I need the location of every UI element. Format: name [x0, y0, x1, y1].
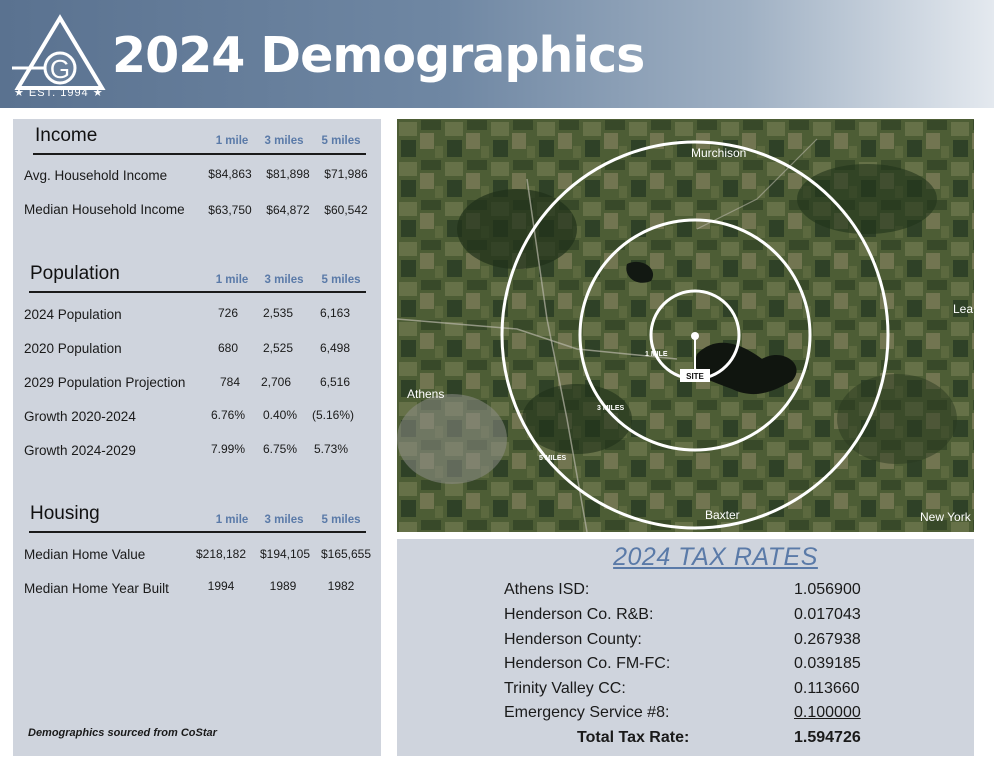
tax-label: Henderson County:: [504, 631, 642, 648]
logo-established: ★ EST. 1994 ★: [14, 87, 104, 99]
col-head-3miles: 3 miles: [264, 274, 304, 286]
table-cell: 2,535: [262, 306, 294, 320]
source-note: Demographics sourced from CoStar: [28, 727, 217, 739]
place-lea: Lea: [953, 302, 973, 316]
row-label: 2020 Population: [24, 341, 122, 356]
tax-value: 0.017043: [794, 606, 861, 623]
col-head-5miles: 5 miles: [321, 135, 361, 147]
table-cell: $81,898: [266, 167, 310, 181]
site-label: SITE: [686, 372, 704, 381]
col-head-1mile: 1 mile: [215, 135, 249, 147]
header-banner: G ★ EST. 1994 ★ 2024 Demographics: [0, 0, 994, 108]
col-head-3miles: 3 miles: [264, 514, 304, 526]
row-label: Median Home Value: [24, 547, 146, 562]
table-cell: 6.76%: [210, 408, 246, 422]
table-cell: 6,163: [319, 306, 351, 320]
source-prefix: Demographics sourced from: [28, 727, 181, 739]
demographics-panel: Income 1 mile 3 miles 5 miles Avg. House…: [13, 119, 381, 756]
page-title: 2024 Demographics: [112, 27, 645, 84]
col-head-3miles: 3 miles: [264, 135, 304, 147]
table-cell: $60,542: [324, 203, 368, 217]
tax-label: Henderson Co. FM-FC:: [504, 655, 671, 672]
place-new-york: New York: [920, 510, 972, 524]
place-baxter: Baxter: [705, 508, 740, 522]
housing-divider: [29, 531, 366, 533]
row-label: Median Household Income: [24, 202, 185, 217]
tax-value: 1.056900: [794, 581, 861, 598]
table-cell: $64,872: [266, 203, 310, 217]
table-cell: 7.99%: [210, 442, 246, 456]
population-title: Population: [30, 263, 120, 284]
table-cell: 6.75%: [262, 442, 298, 456]
table-cell: $165,655: [320, 547, 372, 561]
table-cell: 2,525: [262, 341, 294, 355]
table-cell: $194,105: [259, 547, 311, 561]
population-divider: [29, 291, 366, 293]
source-brand: CoStar: [180, 727, 217, 739]
place-athens: Athens: [407, 387, 444, 401]
table-cell: 5.73%: [313, 442, 349, 456]
tax-label: Athens ISD:: [504, 581, 590, 598]
income-title: Income: [35, 125, 98, 146]
col-head-1mile: 1 mile: [215, 274, 249, 286]
table-cell: 1982: [327, 579, 355, 593]
ring-label-3miles: 3 MILES: [597, 405, 625, 412]
table-cell: $63,750: [208, 203, 252, 217]
table-cell: 1994: [207, 579, 235, 593]
row-label: Growth 2024-2029: [24, 443, 136, 458]
total-tax-label: Total Tax Rate:: [577, 729, 690, 746]
tax-value: 0.113660: [794, 680, 860, 697]
site-map: SITE 1 MILE 3 MILES 5 MILES Murchison At…: [397, 119, 974, 532]
row-label: Median Home Year Built: [24, 581, 169, 596]
tax-value: 0.267938: [794, 631, 861, 648]
table-cell: (5.16%): [311, 408, 355, 422]
table-cell: 2,706: [260, 375, 292, 389]
income-divider: [33, 153, 366, 155]
table-cell: 1989: [269, 579, 297, 593]
col-head-5miles: 5 miles: [321, 514, 361, 526]
map-graphic: SITE 1 MILE 3 MILES 5 MILES Murchison At…: [397, 119, 974, 532]
tax-value: 0.039185: [794, 655, 861, 672]
table-cell: $71,986: [324, 167, 368, 181]
table-cell: $218,182: [195, 547, 247, 561]
col-head-5miles: 5 miles: [321, 274, 361, 286]
table-cell: $84,863: [208, 167, 252, 181]
table-cell: 6,498: [319, 341, 351, 355]
tax-label: Emergency Service #8:: [504, 704, 670, 721]
total-tax-value: 1.594726: [794, 729, 861, 746]
tax-label: Trinity Valley CC:: [504, 680, 626, 697]
tax-label: Henderson Co. R&B:: [504, 606, 654, 623]
ring-label-5miles: 5 MILES: [539, 455, 567, 462]
tax-rates-panel: 2024 TAX RATES Athens ISD: 1.056900 Hend…: [397, 539, 974, 756]
row-label: Avg. Household Income: [24, 168, 168, 183]
place-murchison: Murchison: [691, 146, 746, 160]
row-label: Growth 2020-2024: [24, 409, 136, 424]
tax-title: 2024 TAX RATES: [613, 543, 818, 571]
row-label: 2024 Population: [24, 307, 122, 322]
ring-label-1mile: 1 MILE: [645, 351, 668, 358]
col-head-1mile: 1 mile: [215, 514, 249, 526]
housing-title: Housing: [30, 503, 100, 524]
row-label: 2029 Population Projection: [24, 375, 186, 390]
logo-letter-g: G: [50, 54, 70, 84]
table-cell: 6,516: [319, 375, 351, 389]
tax-value: 0.100000: [794, 704, 861, 721]
table-cell: 0.40%: [262, 408, 298, 422]
